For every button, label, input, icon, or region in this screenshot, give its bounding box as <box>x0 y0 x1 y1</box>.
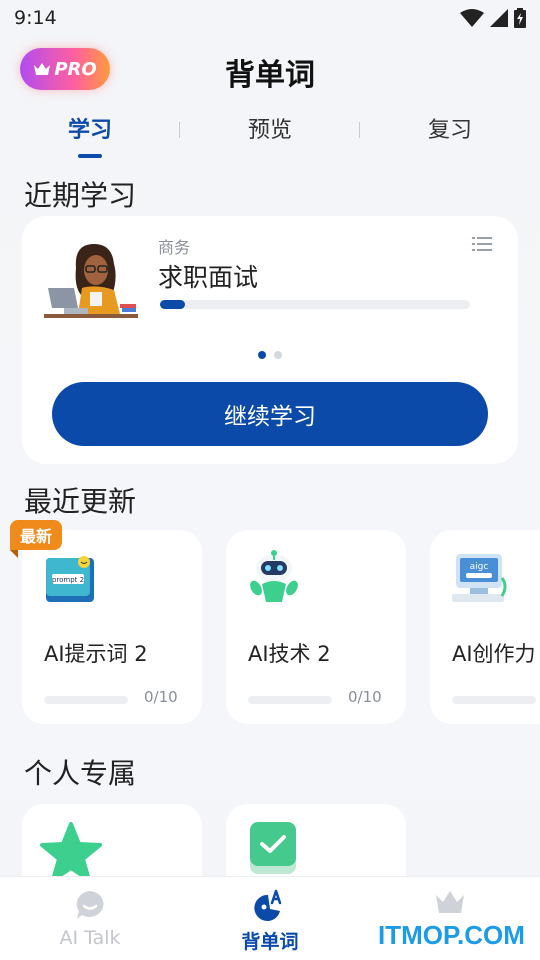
update-card[interactable]: prompt 2 AI提示词 2 0/10 <box>22 530 202 724</box>
check-note-icon <box>250 822 296 874</box>
battery-icon <box>514 8 526 28</box>
tab-study[interactable]: 学习 <box>67 112 113 158</box>
svg-text:prompt 2: prompt 2 <box>52 576 84 584</box>
nav-ai-talk[interactable]: AI Talk <box>0 877 180 960</box>
aigc-computer-icon: aigc <box>452 554 507 602</box>
study-illustration <box>44 244 138 318</box>
vocab-icon <box>254 889 282 921</box>
prompt-book-icon: prompt 2 <box>46 556 94 602</box>
recent-section-title: 近期学习 <box>24 179 137 212</box>
list-icon[interactable] <box>472 236 492 252</box>
robot-icon <box>250 550 298 602</box>
tab-bar: 学习 预览 复习 <box>0 112 540 162</box>
wifi-icon <box>460 9 484 27</box>
update-card-progress <box>452 696 536 704</box>
tab-divider <box>179 122 180 138</box>
update-card-title: AI提示词 2 <box>44 642 148 666</box>
nav-vocab-label: 背单词 <box>241 931 299 953</box>
update-card-progress <box>44 696 128 704</box>
update-card-count: 0/10 <box>348 688 382 706</box>
tab-review[interactable]: 复习 <box>428 112 472 144</box>
tab-preview[interactable]: 预览 <box>248 112 292 144</box>
carousel-dot[interactable] <box>274 351 282 359</box>
course-title: 求职面试 <box>158 263 259 292</box>
update-card[interactable]: AI技术 2 0/10 <box>226 530 406 724</box>
update-card-title: AI技术 2 <box>248 642 331 666</box>
recent-course-card[interactable]: 商务 求职面试 继续学习 <box>22 216 518 464</box>
update-card-progress <box>248 696 332 704</box>
signal-icon <box>490 9 508 27</box>
carousel-dots <box>258 351 282 359</box>
status-bar: 9:14 <box>0 0 540 36</box>
header: PRO 背单词 <box>0 44 540 98</box>
update-card-count: 0/10 <box>144 688 178 706</box>
carousel-dot[interactable] <box>258 351 266 359</box>
tab-review-label: 复习 <box>427 118 473 143</box>
updates-section-title: 最近更新 <box>24 485 137 518</box>
update-card[interactable]: aigc AI创作力 <box>430 530 540 724</box>
course-progress-fill <box>160 300 185 309</box>
update-card-title: AI创作力 <box>452 642 536 666</box>
tab-preview-label: 预览 <box>247 118 293 143</box>
tab-active-indicator <box>77 154 102 158</box>
new-badge: 最新 <box>10 520 62 558</box>
nav-vocab[interactable]: 背单词 <box>180 877 360 960</box>
watermark: ITMOP.COM <box>378 920 525 950</box>
tab-divider <box>359 122 360 138</box>
status-icons <box>460 8 526 28</box>
page-title: 背单词 <box>225 58 315 93</box>
personal-section-title: 个人专属 <box>24 757 137 790</box>
crown-icon <box>436 891 464 913</box>
status-time: 9:14 <box>14 7 57 29</box>
nav-ai-talk-label: AI Talk <box>59 927 121 949</box>
chat-bubble-icon <box>76 891 104 919</box>
course-category: 商务 <box>158 238 191 257</box>
tab-study-label: 学习 <box>67 118 113 143</box>
svg-text:aigc: aigc <box>470 562 489 572</box>
continue-study-button[interactable]: 继续学习 <box>52 382 488 446</box>
star-icon <box>40 822 102 882</box>
course-progress-bar <box>160 300 470 309</box>
